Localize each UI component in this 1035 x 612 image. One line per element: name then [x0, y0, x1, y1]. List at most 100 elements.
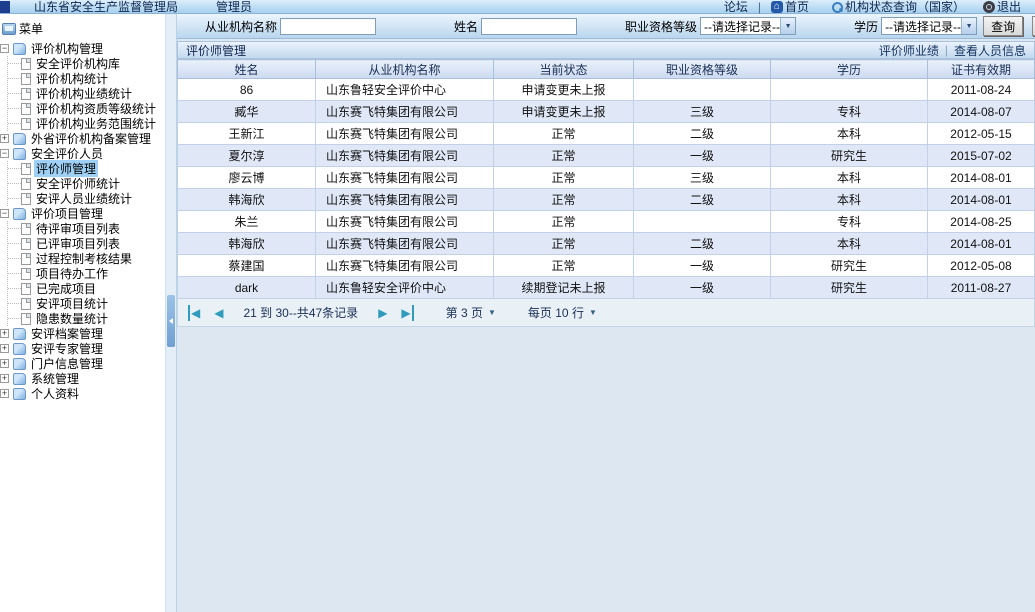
tree-connector	[8, 78, 21, 79]
menu-header: 菜单	[0, 17, 165, 41]
pagination-bar: ◀ ◀ 21 到 30--共47条记录 ▶ ▶ 第 3 页▼ 每页 10 行▼	[177, 299, 1035, 327]
tree-item-label[interactable]: 个人资料	[29, 385, 81, 402]
cell-expiry: 2011-08-24	[928, 79, 1035, 101]
expand-node-icon[interactable]: +	[0, 329, 9, 338]
titlebar-links: 论坛 | ⌂ 首页 机构状态查询（国家） 退出	[724, 0, 1035, 15]
table-row[interactable]: dark山东鲁轻安全评价中心续期登记未上报一级研究生2011-08-27	[178, 277, 1035, 299]
tree-connector	[8, 198, 21, 199]
tree-children-group: 评价师管理安全评价师统计安评人员业绩统计	[7, 161, 165, 206]
qual-level-label: 职业资格等级	[625, 18, 697, 35]
cell-status: 正常	[494, 211, 634, 233]
folder-icon	[13, 343, 26, 355]
collapse-node-icon[interactable]: −	[0, 149, 9, 158]
expand-node-icon[interactable]: +	[0, 359, 9, 368]
tree-item-branch: +外省评价机构备案管理	[0, 131, 165, 146]
table-row[interactable]: 韩海欣山东赛飞特集团有限公司正常二级本科2014-08-01	[178, 189, 1035, 211]
tree-item-leaf: 安全评价机构库	[8, 56, 165, 71]
document-icon	[21, 238, 31, 250]
tree-item-leaf: 过程控制考核结果	[8, 251, 165, 266]
cell-education: 本科	[771, 233, 928, 255]
expand-node-icon[interactable]: +	[0, 344, 9, 353]
column-header[interactable]: 从业机构名称	[316, 60, 494, 79]
column-header[interactable]: 职业资格等级	[634, 60, 771, 79]
cell-education: 本科	[771, 167, 928, 189]
cell-education: 本科	[771, 189, 928, 211]
search-toolbar: 从业机构名称 姓名 职业资格等级 --请选择记录--▼ 学历 --请选择记录--…	[177, 14, 1035, 39]
cell-status: 正常	[494, 233, 634, 255]
cell-org: 山东赛飞特集团有限公司	[316, 189, 494, 211]
table-row[interactable]: 蔡建国山东赛飞特集团有限公司正常一级研究生2012-05-08	[178, 255, 1035, 277]
expand-node-icon[interactable]: +	[0, 389, 9, 398]
page-number-select[interactable]: 第 3 页▼	[446, 304, 496, 321]
cell-education: 专科	[771, 101, 928, 123]
column-header[interactable]: 姓名	[178, 60, 316, 79]
table-row[interactable]: 夏尔淳山东赛飞特集团有限公司正常一级研究生2015-07-02	[178, 145, 1035, 167]
cell-education: 研究生	[771, 255, 928, 277]
table-row[interactable]: 86山东鲁轻安全评价中心申请变更未上报2011-08-24	[178, 79, 1035, 101]
logout-link[interactable]: 退出	[983, 0, 1021, 15]
tree-children-group: 待评审项目列表已评审项目列表过程控制考核结果项目待办工作已完成项目安评项目统计隐…	[7, 221, 165, 326]
first-page-button[interactable]: ◀	[188, 305, 202, 321]
column-header[interactable]: 当前状态	[494, 60, 634, 79]
expand-node-icon[interactable]: +	[0, 374, 9, 383]
tree-connector	[8, 318, 21, 319]
cell-expiry: 2012-05-08	[928, 255, 1035, 277]
evaluator-performance-link[interactable]: 评价师业绩	[879, 42, 939, 59]
document-icon	[21, 268, 31, 280]
query-button[interactable]: 查询	[983, 16, 1023, 36]
next-page-button[interactable]: ▶	[376, 305, 389, 321]
column-header[interactable]: 证书有效期	[928, 60, 1035, 79]
cell-education	[771, 79, 928, 101]
collapse-node-icon[interactable]: −	[0, 209, 9, 218]
folder-icon	[13, 133, 26, 145]
rows-per-page-select[interactable]: 每页 10 行▼	[528, 304, 597, 321]
home-link[interactable]: ⌂ 首页	[771, 0, 809, 15]
expand-node-icon[interactable]: +	[0, 134, 9, 143]
document-icon	[21, 118, 31, 130]
cell-expiry: 2014-08-01	[928, 233, 1035, 255]
tree-item-leaf: 评价机构统计	[8, 71, 165, 86]
cell-expiry: 2014-08-07	[928, 101, 1035, 123]
menu-header-label: 菜单	[19, 20, 43, 37]
cell-name: 86	[178, 79, 316, 101]
document-icon	[21, 193, 31, 205]
tree-connector	[8, 63, 21, 64]
collapse-node-icon[interactable]: −	[0, 44, 9, 53]
navigation-tree: −评价机构管理安全评价机构库评价机构统计评价机构业绩统计评价机构资质等级统计评价…	[0, 41, 165, 401]
cell-status: 续期登记未上报	[494, 277, 634, 299]
cell-org: 山东赛飞特集团有限公司	[316, 123, 494, 145]
view-personnel-info-link[interactable]: 查看人员信息	[954, 42, 1026, 59]
org-name-input[interactable]	[280, 18, 376, 35]
org-status-query-link[interactable]: 机构状态查询（国家）	[831, 0, 965, 15]
cell-level: 三级	[634, 101, 771, 123]
document-icon	[21, 178, 31, 190]
tree-connector	[8, 258, 21, 259]
qual-level-select[interactable]: --请选择记录--▼	[700, 17, 796, 35]
table-row[interactable]: 廖云博山东赛飞特集团有限公司正常三级本科2014-08-01	[178, 167, 1035, 189]
tree-item-leaf: 已完成项目	[8, 281, 165, 296]
education-select[interactable]: --请选择记录--▼	[881, 17, 977, 35]
forum-link[interactable]: 论坛	[724, 0, 748, 15]
computer-icon	[2, 23, 16, 35]
cell-status: 申请变更未上报	[494, 101, 634, 123]
table-row[interactable]: 臧华山东赛飞特集团有限公司申请变更未上报三级专科2014-08-07	[178, 101, 1035, 123]
prev-page-button[interactable]: ◀	[212, 305, 225, 321]
table-row[interactable]: 王新江山东赛飞特集团有限公司正常二级本科2012-05-15	[178, 123, 1035, 145]
cell-status: 正常	[494, 167, 634, 189]
sidebar-collapse-handle[interactable]	[167, 295, 175, 347]
table-row[interactable]: 朱兰山东赛飞特集团有限公司正常专科2014-08-25	[178, 211, 1035, 233]
cell-org: 山东赛飞特集团有限公司	[316, 167, 494, 189]
person-name-input[interactable]	[481, 18, 577, 35]
cell-expiry: 2011-08-27	[928, 277, 1035, 299]
tree-connector	[8, 243, 21, 244]
last-page-button[interactable]: ▶	[399, 305, 413, 321]
cell-org: 山东赛飞特集团有限公司	[316, 145, 494, 167]
tree-item-leaf: 已评审项目列表	[8, 236, 165, 251]
tree-item-branch: −安全评价人员	[0, 146, 165, 161]
table-row[interactable]: 韩海欣山东赛飞特集团有限公司正常二级本科2014-08-01	[178, 233, 1035, 255]
column-header[interactable]: 学历	[771, 60, 928, 79]
collapse-arrow-icon	[169, 318, 173, 324]
document-icon	[21, 163, 31, 175]
cell-expiry: 2014-08-01	[928, 189, 1035, 211]
cell-level: 二级	[634, 233, 771, 255]
